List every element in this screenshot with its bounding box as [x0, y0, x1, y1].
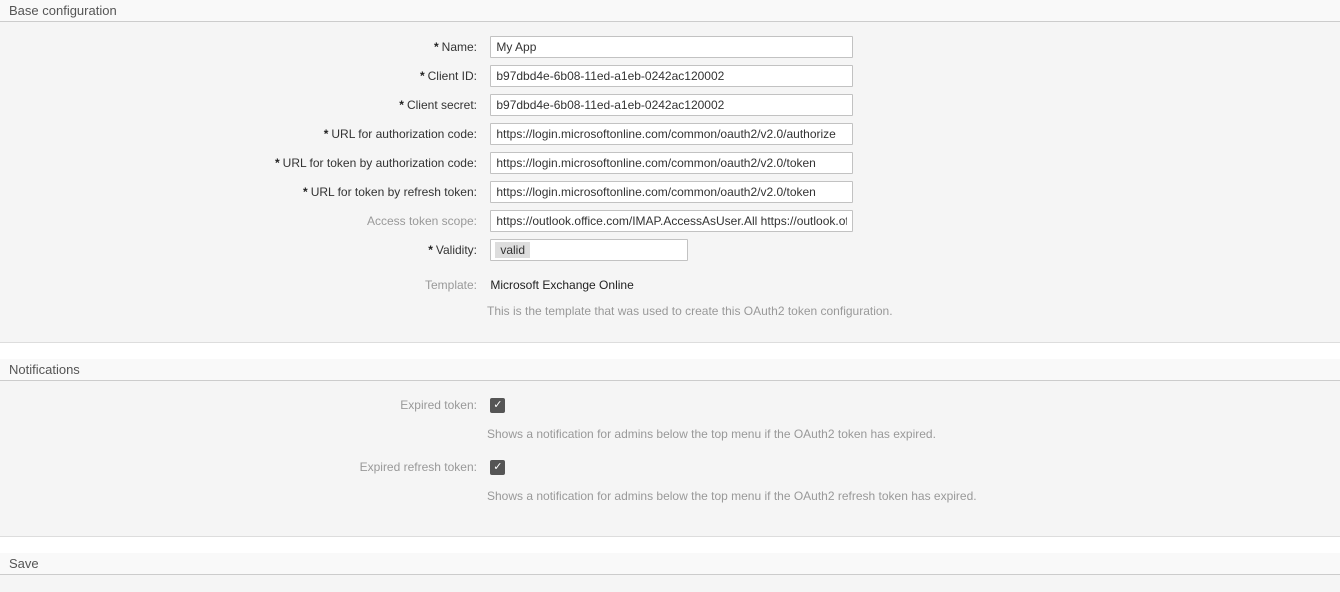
client-secret-label: *Client secret: — [0, 94, 477, 116]
form-row-expired-refresh-token: Expired refresh token: ✓ — [0, 456, 1340, 478]
expired-refresh-token-description: Shows a notification for admins below th… — [487, 489, 1340, 504]
name-field[interactable] — [490, 36, 853, 58]
checkmark-icon: ✓ — [493, 461, 502, 473]
validity-select[interactable]: valid — [490, 239, 688, 261]
form-row-expired-token: Expired token: ✓ — [0, 394, 1340, 416]
notifications-header: Notifications — [0, 359, 1340, 381]
url-token-authorization-code-field[interactable] — [490, 152, 853, 174]
save-header: Save — [0, 553, 1340, 575]
mandatory-marker: * — [420, 69, 425, 83]
client-id-field[interactable] — [490, 65, 853, 87]
access-token-scope-field[interactable] — [490, 210, 853, 232]
base-configuration-widget: Base configuration *Name: *Client ID: *C… — [0, 0, 1340, 343]
template-label: Template: — [0, 274, 477, 296]
form-row-url-authorization-code: *URL for authorization code: — [0, 123, 1340, 145]
form-row-access-token-scope: Access token scope: — [0, 210, 1340, 232]
url-token-authorization-code-label: *URL for token by authorization code: — [0, 152, 477, 174]
mandatory-marker: * — [324, 127, 329, 141]
save-content: Save or Save and finish or Cancel — [0, 575, 1340, 592]
form-row-url-token-authorization-code: *URL for token by authorization code: — [0, 152, 1340, 174]
expired-refresh-token-checkbox[interactable]: ✓ — [490, 460, 505, 475]
form-row-name: *Name: — [0, 36, 1340, 58]
validity-label: *Validity: — [0, 239, 477, 261]
form-row-client-id: *Client ID: — [0, 65, 1340, 87]
expired-token-label: Expired token: — [0, 394, 477, 416]
url-token-refresh-token-field[interactable] — [490, 181, 853, 203]
base-configuration-header: Base configuration — [0, 0, 1340, 22]
mandatory-marker: * — [303, 185, 308, 199]
url-token-refresh-token-label: *URL for token by refresh token: — [0, 181, 477, 203]
expired-refresh-token-label: Expired refresh token: — [0, 456, 477, 478]
form-row-client-secret: *Client secret: — [0, 94, 1340, 116]
form-row-url-token-refresh-token: *URL for token by refresh token: — [0, 181, 1340, 203]
access-token-scope-label: Access token scope: — [0, 210, 477, 232]
notifications-widget: Notifications Expired token: ✓ Shows a n… — [0, 359, 1340, 537]
notifications-content: Expired token: ✓ Shows a notification fo… — [0, 381, 1340, 536]
client-id-label: *Client ID: — [0, 65, 477, 87]
url-authorization-code-field[interactable] — [490, 123, 853, 145]
url-authorization-code-label: *URL for authorization code: — [0, 123, 477, 145]
save-widget: Save Save or Save and finish or Cancel — [0, 553, 1340, 592]
form-row-validity: *Validity: valid — [0, 239, 1340, 261]
mandatory-marker: * — [275, 156, 280, 170]
template-description: This is the template that was used to cr… — [487, 304, 1340, 319]
client-secret-field[interactable] — [490, 94, 853, 116]
checkmark-icon: ✓ — [493, 399, 502, 411]
base-configuration-content: *Name: *Client ID: *Client secret: *URL … — [0, 22, 1340, 342]
mandatory-marker: * — [434, 40, 439, 54]
expired-token-checkbox[interactable]: ✓ — [490, 398, 505, 413]
mandatory-marker: * — [428, 243, 433, 257]
mandatory-marker: * — [399, 98, 404, 112]
expired-token-description: Shows a notification for admins below th… — [487, 427, 1340, 442]
form-row-template: Template: Microsoft Exchange Online This… — [0, 274, 1340, 319]
validity-selected-option: valid — [495, 242, 530, 258]
template-value: Microsoft Exchange Online — [490, 274, 633, 296]
name-label: *Name: — [0, 36, 477, 58]
